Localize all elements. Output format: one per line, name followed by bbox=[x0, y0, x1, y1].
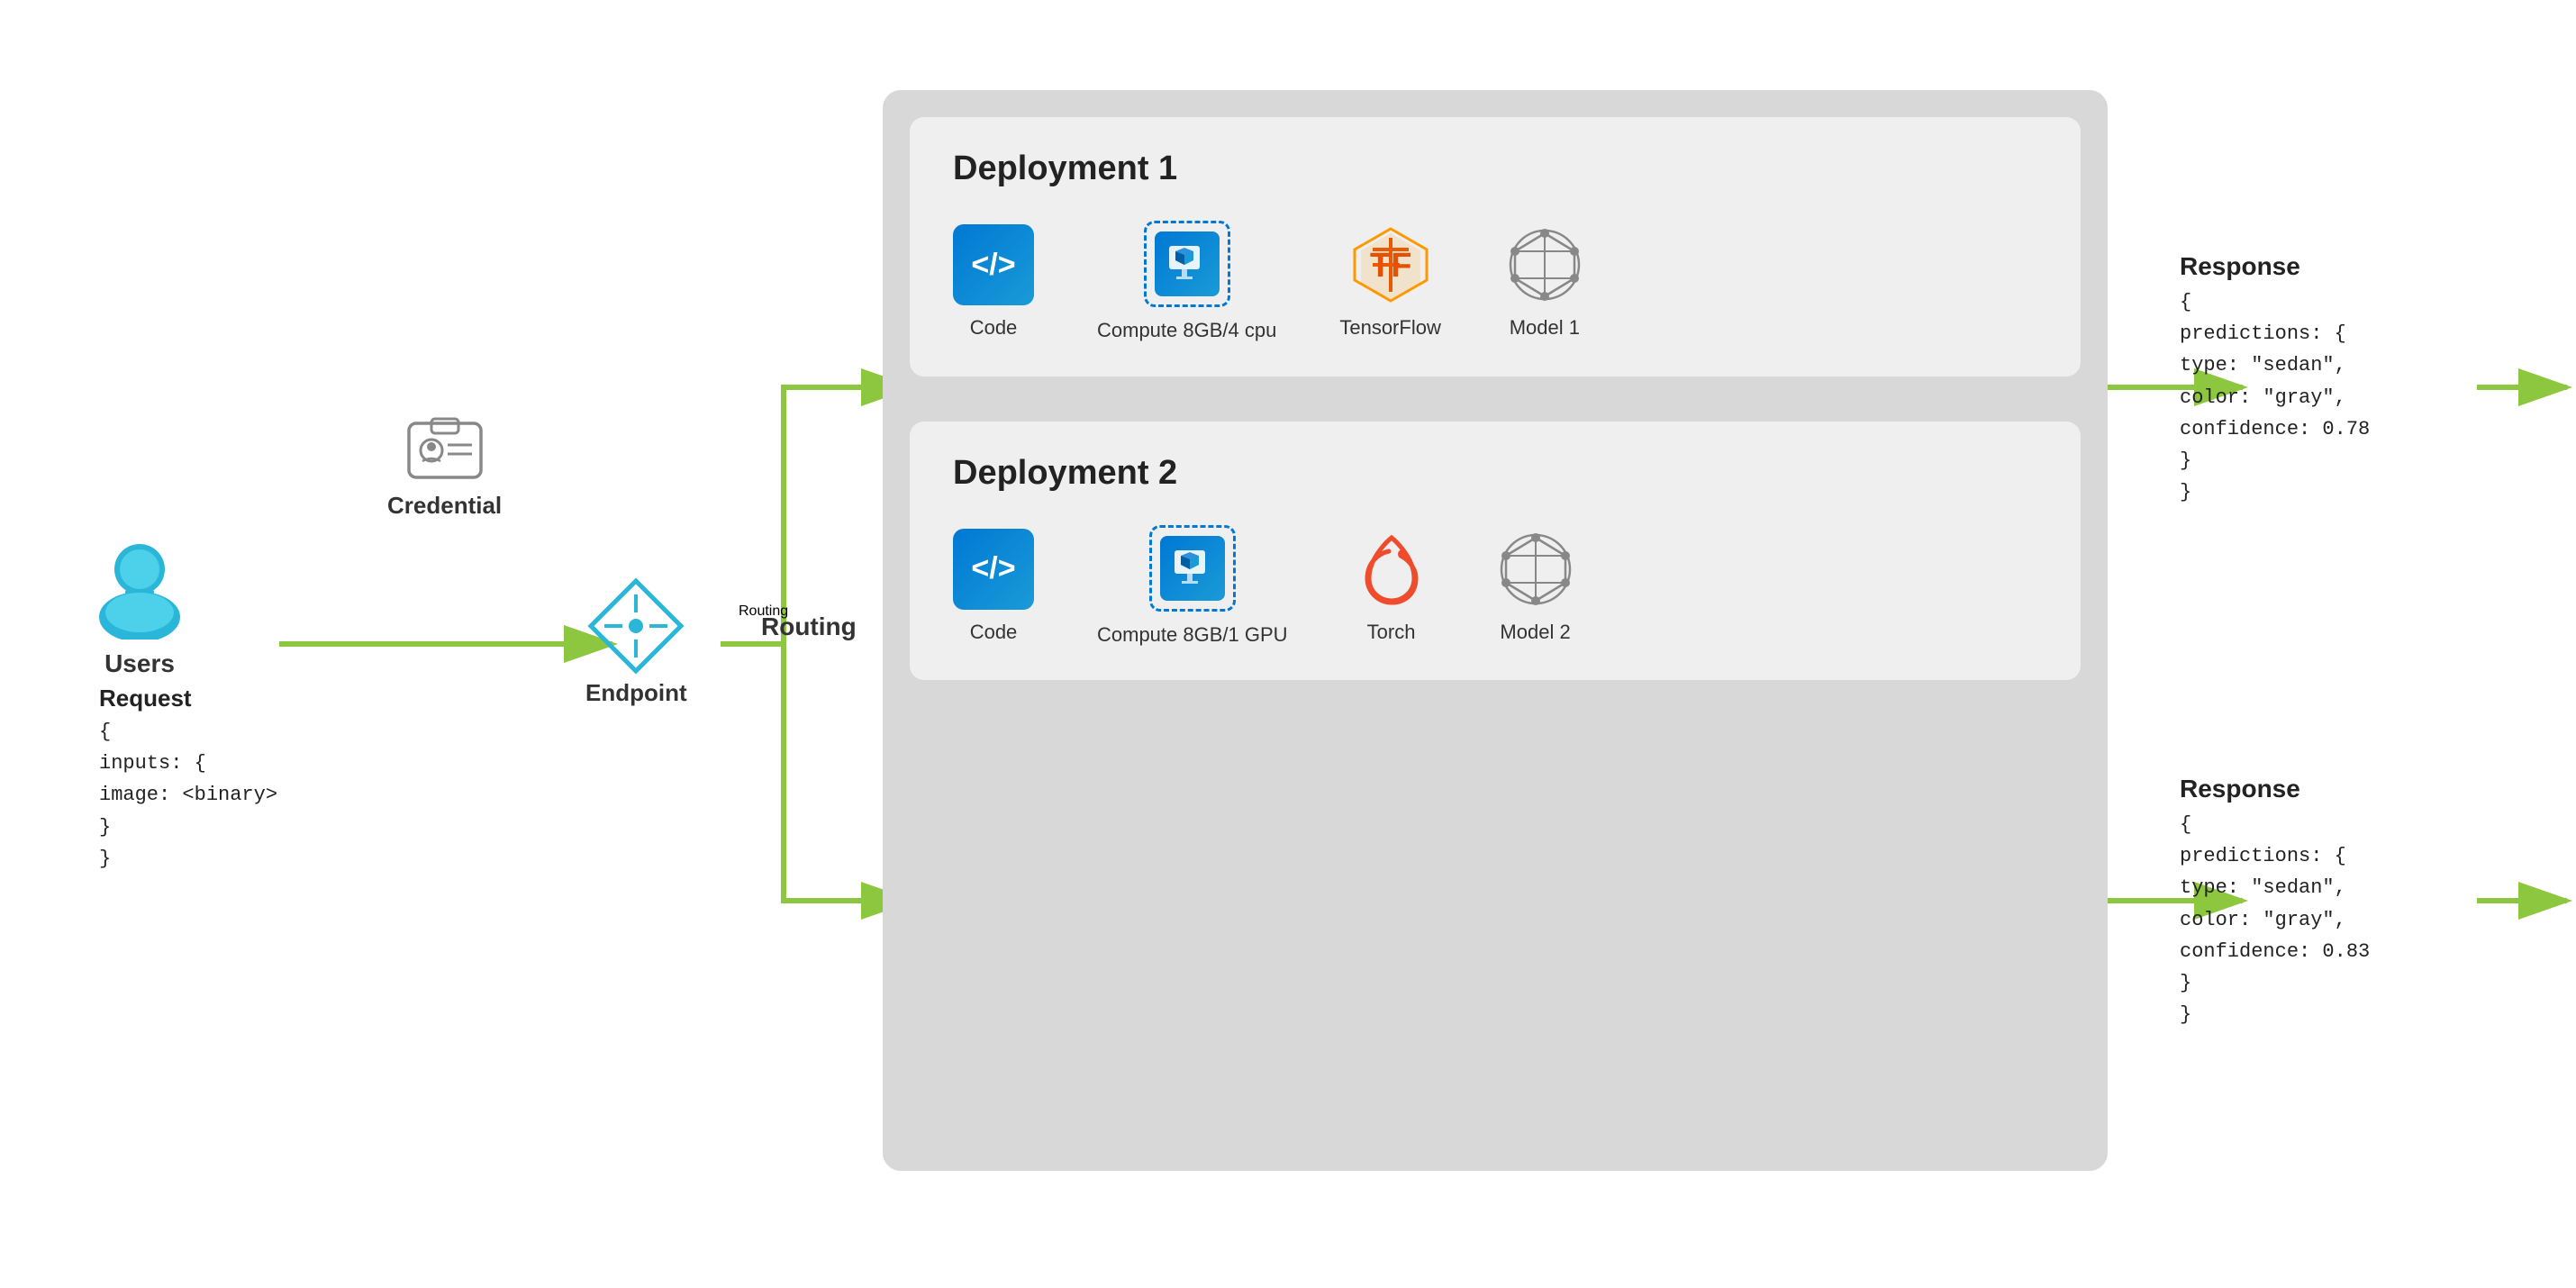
model1-label: Model 1 bbox=[1510, 316, 1580, 340]
deployment1-box: Deployment 1 </> Code bbox=[910, 117, 2081, 376]
r1-l1: { bbox=[2180, 286, 2370, 318]
user-section: Users bbox=[90, 531, 189, 678]
r2-l3: type: "sedan", bbox=[2180, 872, 2370, 903]
r1-l7: } bbox=[2180, 476, 2370, 508]
model2-label: Model 2 bbox=[1500, 621, 1570, 644]
r2-l6: } bbox=[2180, 967, 2370, 999]
compute-item-2: Compute 8GB/1 GPU bbox=[1097, 525, 1288, 649]
torch-label: Torch bbox=[1367, 621, 1416, 644]
response1-section: Response { predictions: { type: "sedan",… bbox=[2180, 252, 2370, 508]
code-label-1: Code bbox=[970, 316, 1018, 340]
req-line5: } bbox=[99, 843, 277, 875]
deployment2-box: Deployment 2 </> Code bbox=[910, 422, 2081, 681]
compute-inner-icon-1 bbox=[1164, 240, 1211, 287]
deployment2-icons: </> Code bbox=[953, 525, 2037, 649]
tensorflow-icon: TF bbox=[1350, 224, 1431, 305]
req-line3: image: <binary> bbox=[99, 779, 277, 811]
tensorflow-label: TensorFlow bbox=[1339, 316, 1440, 340]
model1-item: Model 1 bbox=[1504, 224, 1585, 340]
r2-l4: color: "gray", bbox=[2180, 904, 2370, 936]
user-label: Users bbox=[90, 649, 189, 678]
r1-l3: type: "sedan", bbox=[2180, 349, 2370, 381]
code-item-2: </> Code bbox=[953, 529, 1034, 644]
credential-label: Credential bbox=[387, 492, 502, 520]
endpoint-icon bbox=[586, 576, 685, 676]
r2-l1: { bbox=[2180, 809, 2370, 840]
request-title: Request bbox=[99, 685, 277, 712]
compute-icon-2 bbox=[1149, 525, 1236, 612]
model1-icon bbox=[1504, 224, 1585, 305]
compute-item-1: Compute 8GB/4 cpu bbox=[1097, 221, 1276, 344]
model2-item: Model 2 bbox=[1495, 529, 1576, 644]
deployment2-title: Deployment 2 bbox=[953, 454, 2037, 493]
r2-l5: confidence: 0.83 bbox=[2180, 936, 2370, 967]
endpoint-section: Endpoint bbox=[585, 576, 687, 707]
model2-icon bbox=[1495, 529, 1576, 610]
compute-label-1: Compute 8GB/4 cpu bbox=[1097, 318, 1276, 344]
r1-l6: } bbox=[2180, 445, 2370, 476]
svg-text:TF: TF bbox=[1370, 247, 1411, 285]
r1-l4: color: "gray", bbox=[2180, 382, 2370, 413]
code-label-2: Code bbox=[970, 621, 1018, 644]
r2-l2: predictions: { bbox=[2180, 840, 2370, 872]
response1-title: Response bbox=[2180, 252, 2370, 281]
r2-l7: } bbox=[2180, 999, 2370, 1030]
req-line4: } bbox=[99, 812, 277, 843]
compute-label-2: Compute 8GB/1 GPU bbox=[1097, 622, 1288, 649]
user-icon bbox=[90, 531, 189, 639]
response2-section: Response { predictions: { type: "sedan",… bbox=[2180, 775, 2370, 1030]
code-item-1: </> Code bbox=[953, 224, 1034, 340]
req-line1: { bbox=[99, 716, 277, 748]
torch-icon bbox=[1351, 529, 1432, 610]
diagram-container: Users Request { inputs: { image: <binary… bbox=[0, 0, 2576, 1288]
credential-section: Credential bbox=[387, 414, 502, 520]
deployment1-title: Deployment 1 bbox=[953, 150, 2037, 188]
response2-title: Response bbox=[2180, 775, 2370, 803]
compute-icon-1 bbox=[1144, 221, 1230, 307]
torch-item: Torch bbox=[1351, 529, 1432, 644]
outer-deployment-box: Deployment 1 </> Code bbox=[883, 90, 2108, 1171]
compute-inner-icon-2 bbox=[1169, 545, 1216, 592]
r1-l5: confidence: 0.78 bbox=[2180, 413, 2370, 445]
tensorflow-item: TF TensorFlow bbox=[1339, 224, 1440, 340]
code-icon-1: </> bbox=[953, 224, 1034, 305]
r1-l2: predictions: { bbox=[2180, 318, 2370, 349]
code-icon-2: </> bbox=[953, 529, 1034, 610]
endpoint-label: Endpoint bbox=[585, 679, 687, 707]
credential-icon bbox=[404, 414, 485, 486]
routing-text: Routing bbox=[761, 612, 857, 641]
req-line2: inputs: { bbox=[99, 748, 277, 779]
deployment1-icons: </> Code bbox=[953, 221, 2037, 344]
request-code: Request { inputs: { image: <binary> } } bbox=[99, 685, 277, 875]
